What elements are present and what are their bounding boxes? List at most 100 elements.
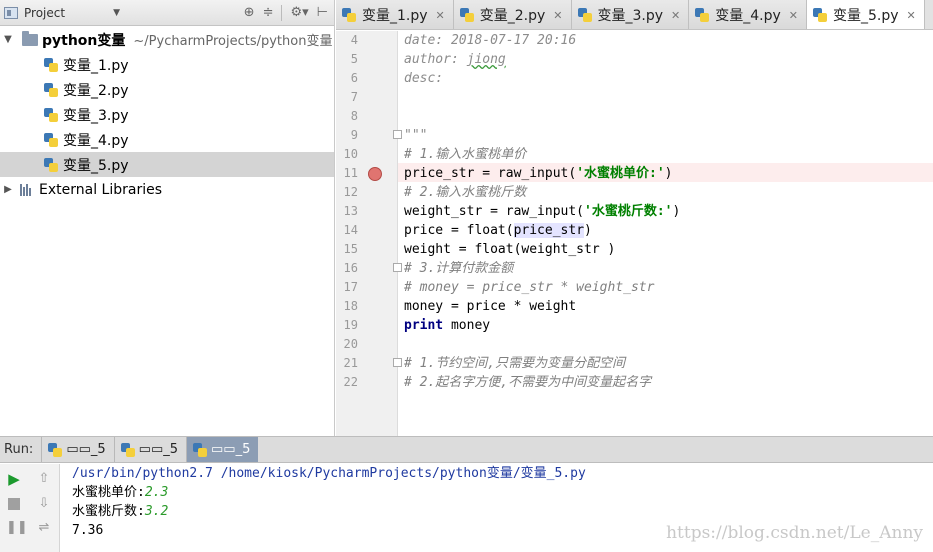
tab-label: 变量_2.py — [479, 8, 546, 24]
run-tab-label: ▭▭_5 — [66, 442, 106, 457]
close-icon[interactable]: ✕ — [789, 9, 798, 22]
soft-wrap-icon[interactable]: ⇌ — [36, 520, 52, 536]
python-file-icon — [193, 442, 207, 457]
tree-file-5[interactable]: 变量_5.py — [0, 152, 334, 177]
folder-icon — [22, 30, 38, 46]
code-line-12: # 2.输入水蜜桃斤数 — [404, 185, 527, 200]
tab-label: 变量_5.py — [833, 8, 899, 24]
code-usage-highlight: price_str — [513, 223, 585, 238]
close-icon[interactable]: ✕ — [553, 9, 562, 22]
toolbar-divider — [281, 4, 283, 21]
run-tab-2[interactable]: ▭▭_5 — [113, 437, 186, 462]
line-number: 22 — [343, 375, 358, 389]
fold-marker-icon[interactable] — [393, 130, 402, 139]
code-line-5: author: jiong — [404, 50, 506, 69]
editor-gutter[interactable]: 4 5 6 7 8 9 10 11 12 13 14 15 16 17 18 1… — [336, 31, 402, 436]
external-libraries-label: External Libraries — [39, 181, 162, 198]
python-file-icon — [44, 82, 58, 97]
tree-file-2[interactable]: 变量_2.py — [0, 77, 334, 102]
code-line-6: desc: — [404, 71, 444, 86]
root-folder-name: python变量 — [42, 32, 126, 49]
code-line-4: date: 2018-07-17 20:16 — [404, 33, 577, 48]
down-icon[interactable]: ⇩ — [36, 496, 52, 512]
breakpoint-icon[interactable] — [368, 167, 382, 181]
run-tab-1[interactable]: ▭▭_5 — [41, 437, 113, 462]
editor-tab-4[interactable]: 变量_4.py ✕ — [689, 0, 807, 29]
line-number: 14 — [343, 223, 358, 237]
run-tab-label: ▭▭_5 — [138, 442, 178, 457]
close-icon[interactable]: ✕ — [671, 9, 680, 22]
python-file-icon — [44, 132, 58, 147]
watermark: https://blog.csdn.net/Le_Anny — [666, 523, 923, 543]
tree-root-folder[interactable]: ▼ python变量 ~/PycharmProjects/python变量 — [0, 27, 334, 52]
python-file-icon — [44, 107, 58, 122]
locate-icon[interactable]: ⊕ — [244, 5, 255, 20]
project-view-selector[interactable]: Project — [24, 6, 65, 20]
console-command: /usr/bin/python2.7 /home/kiosk/PycharmPr… — [72, 466, 586, 481]
line-number: 15 — [343, 242, 358, 256]
project-icon — [4, 6, 18, 19]
python-file-icon — [577, 8, 592, 22]
tree-external-libraries[interactable]: ▶ External Libraries — [0, 177, 334, 202]
fold-marker-icon[interactable] — [393, 358, 402, 367]
code-line-11: price_str = raw_input('水蜜桃单价:') — [404, 164, 673, 183]
python-file-icon — [44, 157, 58, 172]
console-line-input-2: 水蜜桃斤数:3.2 — [72, 502, 168, 521]
chevron-down-icon[interactable]: ▼ — [113, 8, 120, 18]
tree-file-label: 变量_5.py — [63, 157, 129, 174]
console-line-input-1: 水蜜桃单价:2.3 — [72, 483, 168, 502]
editor-tab-bar: 变量_1.py ✕ 变量_2.py ✕ 变量_3.py ✕ 变量_4.py ✕ … — [336, 0, 933, 30]
up-icon[interactable]: ⇧ — [36, 471, 52, 487]
stop-icon[interactable] — [8, 498, 20, 510]
code-line-19: print money — [404, 316, 490, 335]
line-number: 4 — [350, 33, 358, 47]
code-token: weight_str = raw_input( — [404, 204, 585, 219]
line-number: 21 — [343, 356, 358, 370]
close-icon[interactable]: ✕ — [907, 9, 916, 22]
line-number: 8 — [350, 109, 358, 123]
tree-file-label: 变量_3.py — [63, 107, 129, 124]
run-icon[interactable]: ▶ — [6, 471, 22, 487]
run-label: Run: — [4, 442, 34, 457]
project-tool-window: Project ▼ ⊕ ≑ ⚙▾ ⊢ ▼ python变量 ~/PycharmP… — [0, 0, 335, 436]
tree-file-1[interactable]: 变量_1.py — [0, 52, 334, 77]
close-icon[interactable]: ✕ — [436, 9, 445, 22]
editor-tab-3[interactable]: 变量_3.py ✕ — [571, 0, 690, 29]
code-editor[interactable]: 4 5 6 7 8 9 10 11 12 13 14 15 16 17 18 1… — [336, 31, 933, 436]
python-file-icon — [459, 8, 474, 22]
run-tab-label: ▭▭_5 — [211, 442, 251, 457]
code-token: jiong — [466, 52, 506, 67]
editor-tab-1[interactable]: 变量_1.py ✕ — [336, 0, 454, 29]
expand-arrow-icon[interactable]: ▶ — [2, 184, 14, 195]
line-number: 9 — [350, 128, 358, 142]
console-user-input: 2.3 — [144, 485, 169, 500]
code-token: ) — [664, 166, 673, 181]
line-number: 16 — [343, 261, 358, 275]
code-keyword: print — [404, 318, 444, 333]
hide-icon[interactable]: ⊢ — [317, 5, 328, 20]
tree-file-3[interactable]: 变量_3.py — [0, 102, 334, 127]
gear-icon[interactable]: ⚙▾ — [290, 5, 308, 20]
code-token: money — [443, 318, 491, 333]
pause-icon[interactable]: ❚❚ — [6, 520, 28, 536]
collapse-icon[interactable]: ≑ — [263, 5, 274, 20]
tab-label: 变量_4.py — [715, 8, 781, 24]
python-file-icon — [44, 57, 58, 72]
code-string: '水蜜桃斤数:' — [584, 204, 673, 219]
python-file-icon — [813, 8, 827, 22]
console-prompt: 水蜜桃单价: — [72, 485, 145, 500]
editor-tab-5[interactable]: 变量_5.py ✕ — [807, 0, 925, 29]
console-user-input: 3.2 — [144, 504, 169, 519]
code-token: ) — [672, 204, 681, 219]
code-line-21: # 1.节约空间,只需要为变量分配空间 — [404, 356, 626, 371]
tree-file-4[interactable]: 变量_4.py — [0, 127, 334, 152]
run-tool-window: Run: ▭▭_5 ▭▭_5 ▭▭_5 ▶ ⇧ ⇩ ❚❚ ⇌ /usr/bin/… — [0, 436, 933, 552]
run-tab-3[interactable]: ▭▭_5 — [186, 437, 259, 462]
run-toolbar: ▶ ⇧ ⇩ ❚❚ ⇌ — [0, 464, 60, 552]
fold-marker-icon[interactable] — [393, 263, 402, 272]
project-header: Project ▼ ⊕ ≑ ⚙▾ ⊢ — [0, 0, 334, 26]
line-number: 19 — [343, 318, 358, 332]
editor-tab-2[interactable]: 变量_2.py ✕ — [453, 0, 572, 29]
code-line-18: money = price * weight — [404, 299, 577, 314]
expand-arrow-icon[interactable]: ▼ — [2, 34, 14, 45]
